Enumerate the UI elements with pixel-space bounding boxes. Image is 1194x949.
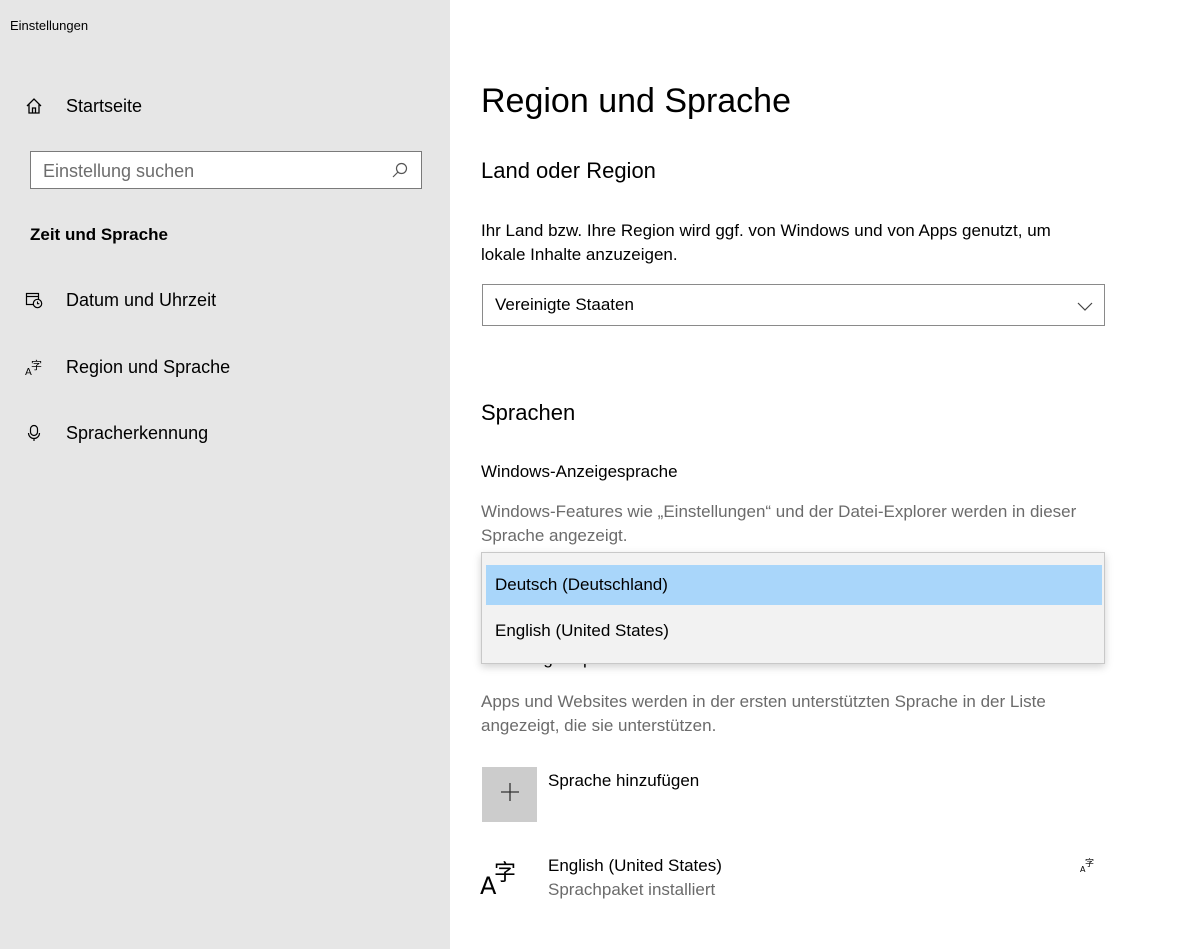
svg-text:字: 字 [31,358,42,372]
sidebar-item-label: Startseite [66,95,143,116]
language-icon: A字 [480,854,524,900]
chevron-down-icon [1076,297,1094,315]
main-content: Region und Sprache Land oder Region Ihr … [450,0,1194,949]
app-title: Einstellungen [10,18,89,33]
calendar-clock-icon [24,290,44,310]
languages-heading: Sprachen [481,400,576,425]
preferred-languages-description: Apps und Websites werden in der ersten u… [481,692,1046,735]
svg-text:字: 字 [494,861,516,886]
sidebar-item-date-time[interactable]: Datum und Uhrzeit [0,280,450,320]
page-title: Region und Sprache [481,82,792,120]
dropdown-option[interactable]: Deutsch (Deutschland) [486,565,1102,605]
sidebar: Einstellungen Startseite Zeit und Sprach… [0,0,450,949]
sidebar-item-label: Datum und Uhrzeit [66,289,217,310]
svg-text:字: 字 [1085,857,1094,869]
sidebar-item-region-language[interactable]: A字 Region und Sprache [0,347,450,387]
country-select-value: Vereinigte Staaten [495,295,634,314]
display-language-description: Windows-Features wie „Einstellungen“ und… [481,502,1077,545]
dropdown-option[interactable]: English (United States) [486,611,1102,651]
sidebar-item-label: Spracherkennung [66,422,209,443]
plus-icon [500,782,520,807]
country-heading: Land oder Region [481,158,656,183]
sidebar-item-speech[interactable]: Spracherkennung [0,413,450,453]
language-status: Sprachpaket installiert [548,880,716,899]
search-field[interactable] [30,151,422,190]
add-language-button[interactable] [482,767,537,822]
display-language-title: Windows-Anzeigesprache [481,462,678,481]
home-icon [24,96,44,116]
country-description: Ihr Land bzw. Ihre Region wird ggf. von … [481,221,1051,264]
section-title: Zeit und Sprache [30,225,168,244]
country-select[interactable]: Vereinigte Staaten [482,284,1105,326]
sidebar-item-label: Region und Sprache [66,356,231,377]
language-list-item[interactable]: A字 English (United States) Sprachpaket i… [480,852,1110,908]
search-icon[interactable] [391,161,409,179]
search-input[interactable] [31,152,385,190]
language-icon: A字 [24,357,44,377]
sidebar-item-home[interactable]: Startseite [0,86,450,126]
display-language-dropdown[interactable]: Deutsch (Deutschland) English (United St… [481,552,1105,664]
display-language-icon: A字 [1080,856,1098,874]
add-language-label[interactable]: Sprache hinzufügen [548,771,699,791]
microphone-icon [24,423,44,443]
language-name: English (United States) [548,856,722,875]
